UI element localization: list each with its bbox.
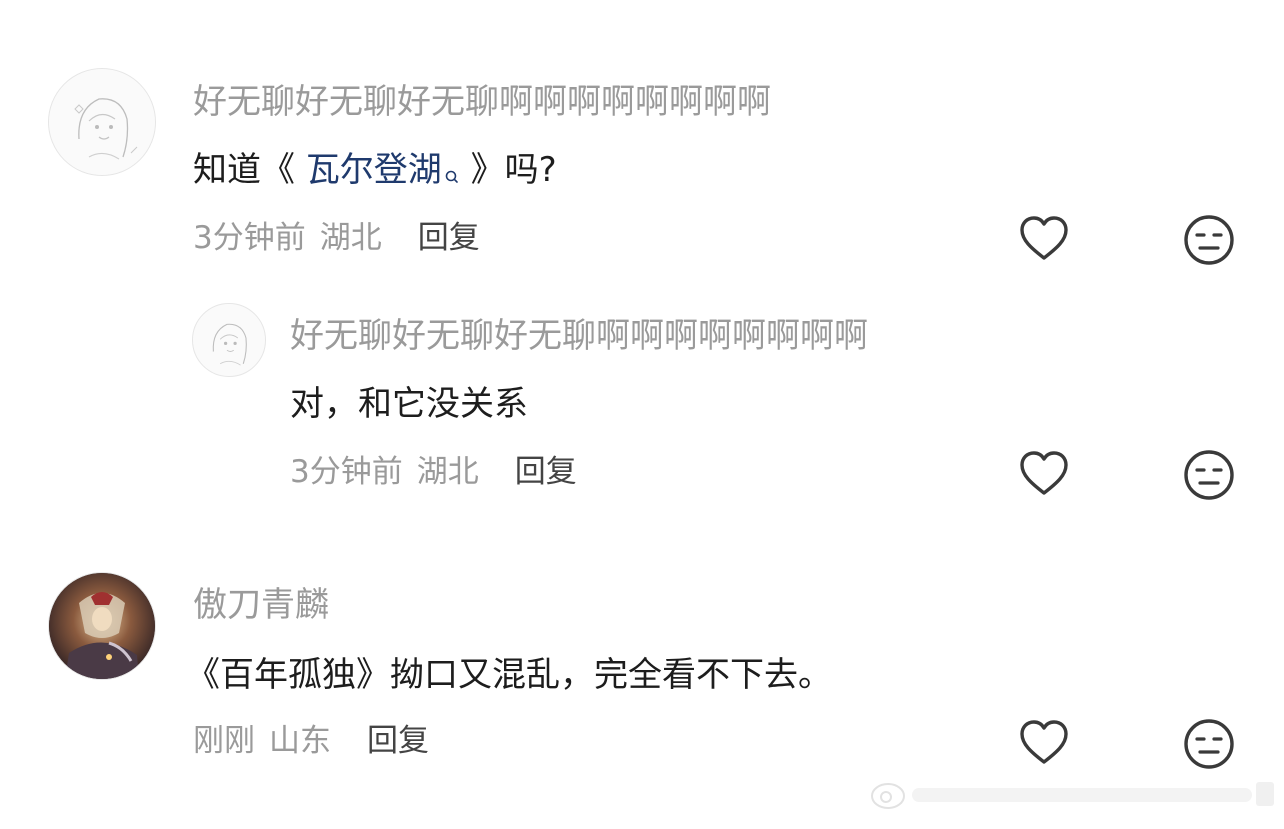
comment-text: 知道《 瓦尔登湖 》吗? — [193, 148, 557, 196]
timestamp: 刚刚 — [193, 723, 255, 759]
heart-outline-icon[interactable] — [1017, 212, 1071, 266]
watermark — [862, 770, 1282, 820]
neutral-face-icon[interactable] — [1182, 717, 1236, 771]
comment-text: 《百年孤独》拗口又混乱，完全看不下去。 — [186, 655, 832, 695]
book-link[interactable]: 瓦尔登湖 — [306, 150, 460, 190]
username[interactable]: 傲刀青麟 — [193, 585, 329, 625]
reply-button[interactable]: 回复 — [367, 723, 429, 759]
heart-outline-icon[interactable] — [1017, 447, 1071, 501]
comment-text-suffix: 》吗? — [459, 150, 557, 190]
search-icon — [444, 152, 460, 196]
reply-text: 对，和它没关系 — [290, 384, 528, 424]
avatar[interactable] — [48, 68, 156, 176]
comment-meta: 3分钟前 湖北 回复 — [193, 218, 480, 258]
location: 湖北 — [416, 454, 479, 490]
avatar[interactable] — [48, 572, 156, 680]
username[interactable]: 好无聊好无聊好无聊啊啊啊啊啊啊啊啊 — [290, 316, 868, 356]
avatar[interactable] — [192, 303, 266, 377]
comment-text-prefix: 知道《 — [193, 150, 306, 190]
location: 湖北 — [319, 220, 382, 256]
heart-outline-icon[interactable] — [1017, 716, 1071, 770]
reply-button[interactable]: 回复 — [515, 454, 577, 490]
timestamp: 3分钟前 — [193, 220, 306, 256]
location: 山东 — [269, 723, 331, 759]
reply-button[interactable]: 回复 — [418, 220, 480, 256]
username[interactable]: 好无聊好无聊好无聊啊啊啊啊啊啊啊啊 — [193, 82, 771, 122]
neutral-face-icon[interactable] — [1182, 448, 1236, 502]
neutral-face-icon[interactable] — [1182, 213, 1236, 267]
reply-meta: 3分钟前 湖北 回复 — [290, 452, 577, 492]
comment-meta: 刚刚 山东 回复 — [193, 721, 429, 761]
book-link-label: 瓦尔登湖 — [305, 150, 442, 190]
timestamp: 3分钟前 — [290, 454, 403, 490]
